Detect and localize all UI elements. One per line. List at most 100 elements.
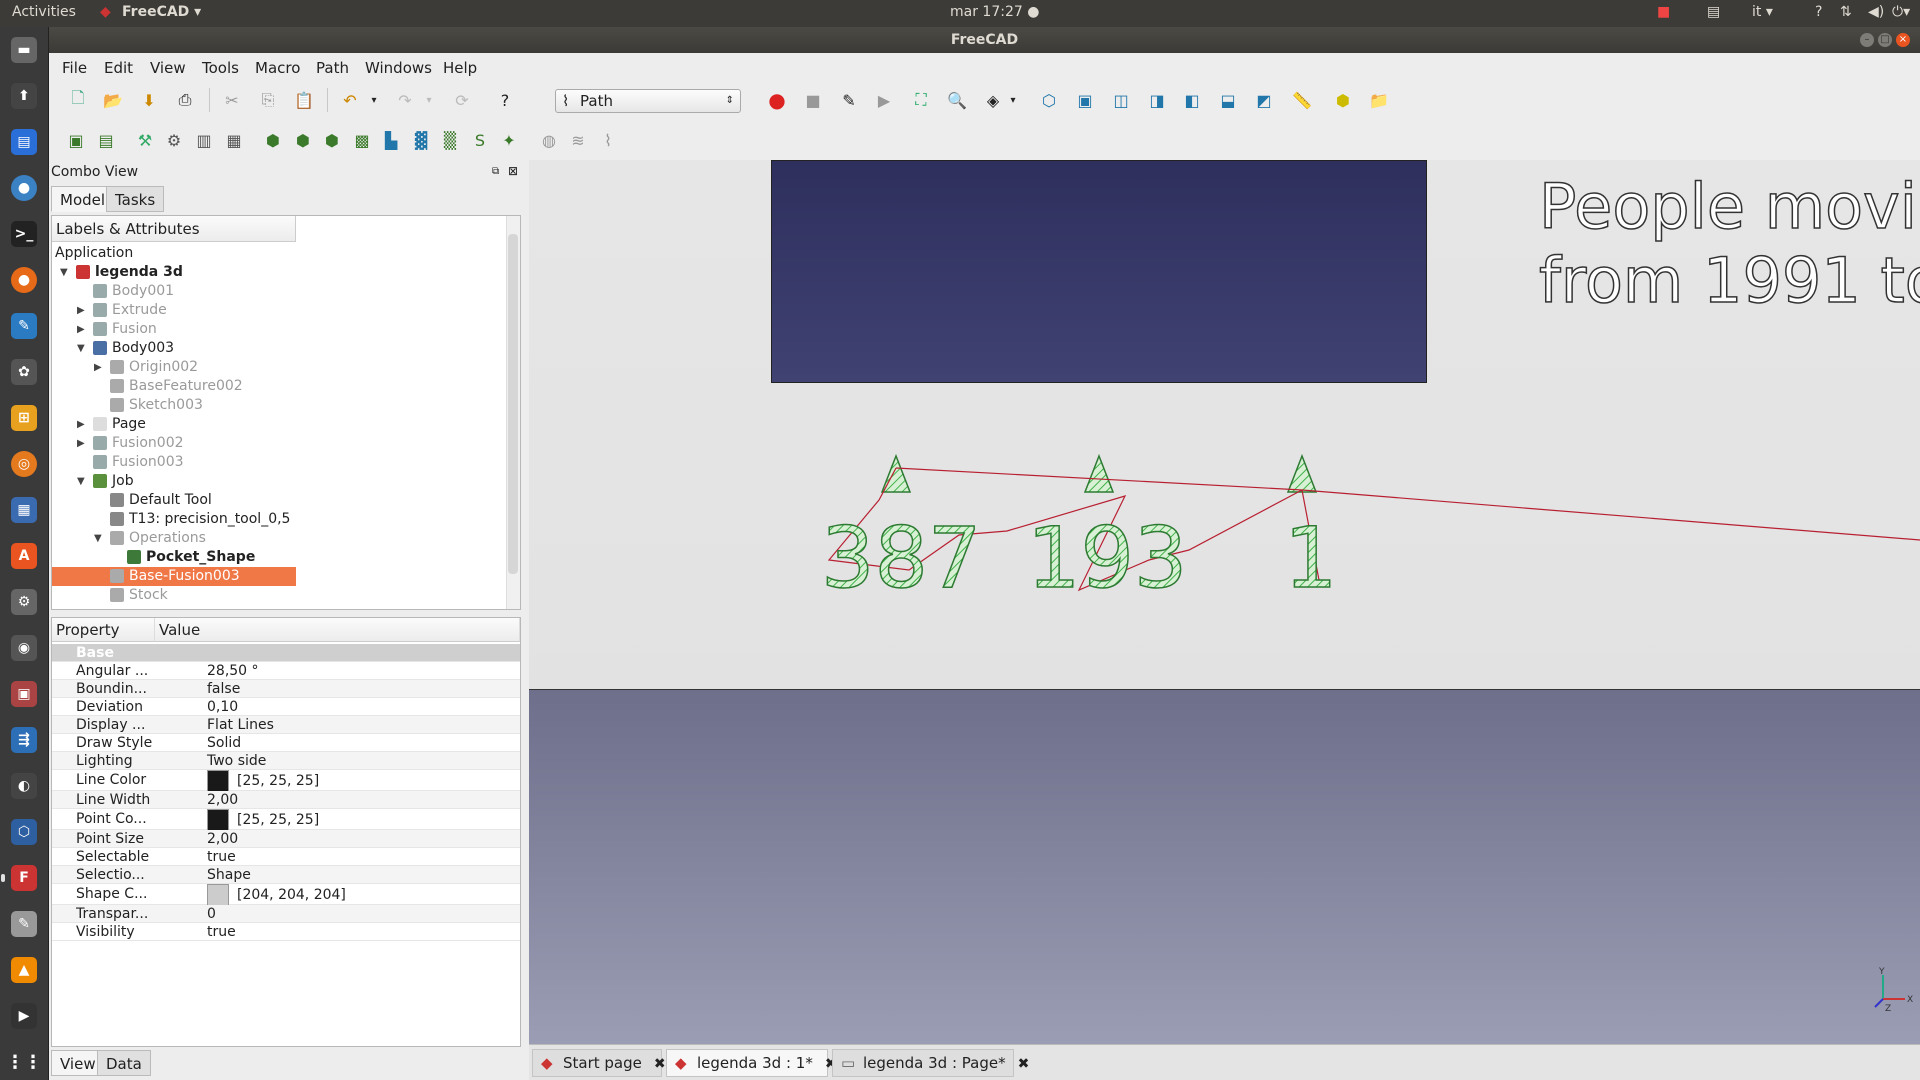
expanded-arrow-icon[interactable]: ▼ — [77, 339, 89, 358]
color-swatch[interactable] — [207, 809, 229, 831]
property-row[interactable]: Selectable true — [52, 848, 520, 866]
tab-tasks[interactable]: Tasks — [106, 186, 165, 212]
tree-item[interactable]: ▶ Page — [52, 415, 492, 434]
property-row[interactable]: Point Co... [25, 25, 25] — [52, 809, 520, 831]
helix-icon[interactable]: ▙ — [379, 128, 403, 152]
slot-icon[interactable]: ▒ — [438, 128, 462, 152]
fit-selection-icon[interactable]: 🔍 — [945, 88, 969, 112]
tab-data[interactable]: Data — [97, 1050, 151, 1076]
clipboard-icon[interactable]: ▤ — [1707, 4, 1720, 20]
property-value[interactable]: 0,10 — [207, 698, 238, 716]
tab-legenda-3d-page[interactable]: ▭ legenda 3d : Page* ✖ — [832, 1049, 1029, 1077]
inspect-icon[interactable]: ▦ — [222, 128, 246, 152]
software-center-icon[interactable]: A — [11, 543, 37, 569]
collapsed-arrow-icon[interactable]: ▶ — [77, 301, 89, 320]
settings-icon[interactable]: ⚙ — [11, 589, 37, 615]
property-row[interactable]: Angular ... 28,50 ° — [52, 662, 520, 680]
property-row[interactable]: Line Color [25, 25, 25] — [52, 770, 520, 792]
movie-editor-icon[interactable]: ▶ — [11, 1003, 37, 1029]
property-value[interactable]: true — [207, 923, 236, 941]
triangle-marker[interactable] — [1286, 453, 1318, 493]
close-icon[interactable]: × — [1896, 33, 1910, 47]
3d-viewport[interactable]: People moving from 1991 to 2 387 193 1 Y… — [529, 160, 1920, 1044]
tab-model[interactable]: Model — [51, 186, 115, 212]
color-swatch[interactable] — [207, 884, 229, 906]
tree-item[interactable]: ▶ Fusion — [52, 320, 492, 339]
float-panel-icon[interactable]: ⧉ — [492, 166, 499, 177]
menu-path[interactable]: Path — [316, 59, 349, 77]
property-row[interactable]: Display ... Flat Lines — [52, 716, 520, 734]
property-value[interactable]: Solid — [207, 734, 241, 752]
clock[interactable]: mar 17:27 ● — [950, 4, 1039, 20]
tree-item[interactable]: T13: precision_tool_0,5 — [52, 510, 492, 529]
bottom-view-icon[interactable]: ⬓ — [1216, 88, 1240, 112]
new-document-icon[interactable]: 🗋 — [66, 88, 90, 112]
tree-item[interactable]: ▼ Body003 — [52, 339, 492, 358]
virtualbox-icon[interactable]: ⬡ — [11, 819, 37, 845]
property-row[interactable]: Shape C... [204, 204, 204] — [52, 884, 520, 906]
tool-bit-icon[interactable]: ▥ — [192, 128, 216, 152]
close-panel-icon[interactable]: ⊠ — [508, 164, 518, 178]
minimize-icon[interactable]: – — [1860, 33, 1874, 47]
macro-edit-icon[interactable]: ✎ — [837, 88, 861, 112]
menu-edit[interactable]: Edit — [104, 59, 133, 77]
profile-icon[interactable]: ⬢ — [261, 128, 285, 152]
number-193[interactable]: 193 — [1026, 508, 1188, 608]
pocket-shape-icon[interactable]: ⬢ — [291, 128, 315, 152]
property-value[interactable]: true — [207, 848, 236, 866]
paste-icon[interactable]: 📋 — [292, 88, 316, 112]
collapsed-arrow-icon[interactable]: ▶ — [77, 320, 89, 339]
refresh-icon[interactable]: ⟳ — [450, 88, 474, 112]
print-icon[interactable]: ⎙ — [173, 88, 197, 112]
post-process-icon[interactable]: ▤ — [94, 128, 118, 152]
left-view-icon[interactable]: ◩ — [1252, 88, 1276, 112]
property-row[interactable]: Selectio... Shape — [52, 866, 520, 884]
simulator-icon[interactable]: ◍ — [537, 128, 561, 152]
menu-view[interactable]: View — [150, 59, 186, 77]
terminal-icon[interactable]: >_ — [11, 221, 37, 247]
open-icon[interactable]: 📂 — [101, 88, 125, 112]
camera-icon[interactable]: ◉ — [11, 635, 37, 661]
triangle-marker[interactable] — [1083, 453, 1115, 493]
isometric-view-icon[interactable]: ⬡ — [1037, 88, 1061, 112]
freecad-dock-icon[interactable]: F — [1, 865, 37, 891]
engrave-icon[interactable]: S — [468, 128, 492, 152]
property-value[interactable]: 0 — [207, 905, 216, 923]
draw-style-dropdown-icon[interactable]: ▾ — [1001, 88, 1025, 112]
cut-icon[interactable]: ✂ — [220, 88, 244, 112]
maximize-icon[interactable]: □ — [1878, 33, 1892, 47]
copy-icon[interactable]: ⎘ — [256, 88, 280, 112]
tree-item[interactable]: ▼ Operations — [52, 529, 492, 548]
property-value[interactable]: 28,50 ° — [207, 662, 259, 680]
tree-item[interactable]: Base-Fusion003 — [52, 567, 492, 586]
expanded-arrow-icon[interactable]: ▼ — [77, 472, 89, 491]
property-value[interactable]: Flat Lines — [207, 716, 274, 734]
tree-item[interactable]: Application — [52, 244, 492, 263]
app-icon[interactable]: ⬆ — [11, 83, 37, 109]
tree-item[interactable]: Fusion003 — [52, 453, 492, 472]
front-view-icon[interactable]: ▣ — [1073, 88, 1097, 112]
text-editor-icon[interactable]: ✎ — [11, 911, 37, 937]
language-indicator[interactable]: it ▾ — [1752, 4, 1773, 20]
tree-item[interactable]: ▶ Extrude — [52, 301, 492, 320]
chromium-icon[interactable]: ● — [11, 175, 37, 201]
tree-item[interactable]: Body001 — [52, 282, 492, 301]
tree-scrollbar[interactable] — [506, 216, 520, 609]
firefox-icon[interactable]: ● — [11, 267, 37, 293]
close-tab-icon[interactable]: ✖ — [1018, 1056, 1030, 1072]
power-icon[interactable]: ⏻▾ — [1892, 4, 1910, 20]
menu-file[interactable]: File — [62, 59, 87, 77]
tree-item[interactable]: Pocket_Shape — [52, 548, 492, 567]
tree-item[interactable]: ▶ Fusion002 — [52, 434, 492, 453]
drill-icon[interactable]: ⌇ — [596, 128, 620, 152]
value-column-header[interactable]: Value — [155, 618, 520, 642]
close-tab-icon[interactable]: ✖ — [654, 1056, 666, 1072]
tab-legenda-3d[interactable]: ◆ legenda 3d : 1* ✖ — [666, 1049, 837, 1077]
property-row[interactable]: Lighting Two side — [52, 752, 520, 770]
vlc-icon[interactable]: ▲ — [11, 957, 37, 983]
deburr-icon[interactable]: ✦ — [497, 128, 521, 152]
number-1[interactable]: 1 — [1283, 508, 1338, 608]
writer-icon[interactable]: ▤ — [11, 129, 37, 155]
property-value[interactable]: [204, 204, 204] — [207, 884, 346, 906]
job-icon[interactable]: ▣ — [64, 128, 88, 152]
